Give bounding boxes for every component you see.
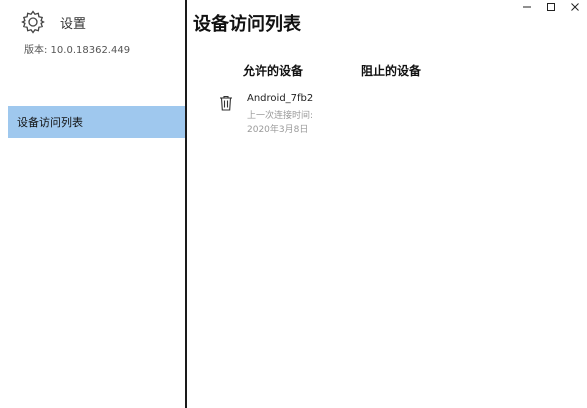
close-button[interactable]: [563, 0, 587, 14]
minimize-icon: [523, 6, 531, 8]
tab-blocked-devices[interactable]: 阻止的设备: [361, 62, 421, 79]
version-label: 版本: 10.0.18362.449: [24, 45, 131, 56]
app-header: 设置: [20, 8, 86, 36]
window-controls: [515, 0, 587, 14]
maximize-icon: [547, 3, 555, 11]
device-last-connected-label: 上一次连接时间:: [247, 111, 314, 121]
sidebar-item-label: 设备访问列表: [17, 116, 83, 129]
trash-icon[interactable]: [219, 95, 233, 111]
page-title: 设备访问列表: [193, 14, 301, 35]
sidebar-divider: [185, 0, 187, 408]
device-name: Android_7fb2: [247, 93, 314, 104]
sidebar: 设置 版本: 10.0.18362.449 设备访问列表: [0, 0, 185, 408]
tab-allowed-devices[interactable]: 允许的设备: [243, 62, 303, 79]
app-title: 设置: [60, 16, 87, 32]
device-last-connected-date: 2020年3月8日: [247, 125, 309, 135]
sidebar-item-device-access-list[interactable]: 设备访问列表: [8, 106, 185, 138]
minimize-button[interactable]: [515, 0, 539, 14]
gear-icon[interactable]: [20, 9, 46, 35]
close-icon: [571, 3, 579, 11]
maximize-button[interactable]: [539, 0, 563, 14]
